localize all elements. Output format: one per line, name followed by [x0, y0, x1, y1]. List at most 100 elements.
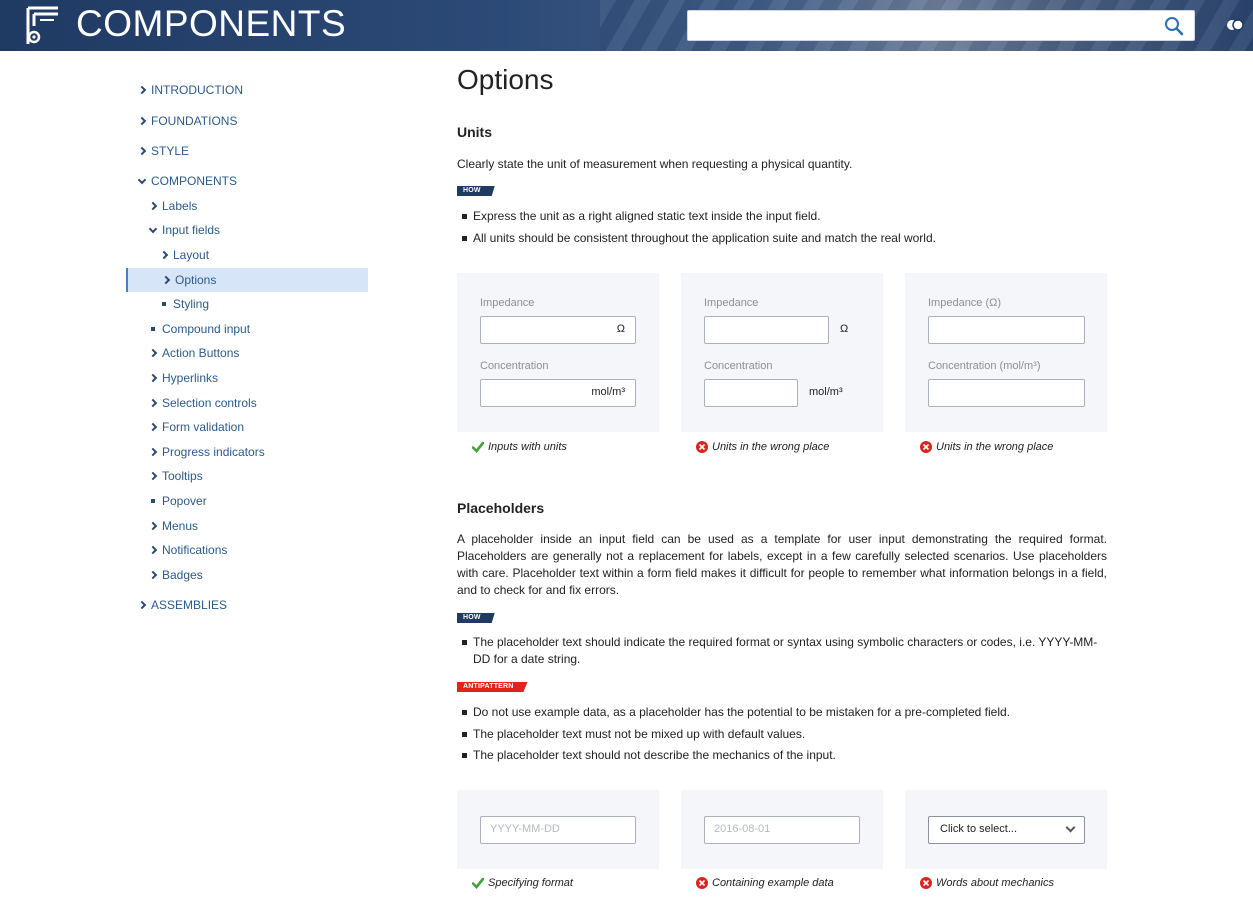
bullet-square-icon [148, 491, 158, 511]
sidebar-item-options[interactable]: Options [126, 268, 368, 292]
search-icon[interactable] [1164, 16, 1184, 36]
app-header: COMPONENTS [0, 0, 1253, 51]
chevron-down-icon [1065, 822, 1076, 833]
page-title: Options [457, 64, 554, 95]
sidebar-item-selection-controls[interactable]: Selection controls [148, 393, 348, 413]
unit-text: Ω [616, 323, 625, 335]
sidebar-item-layout[interactable]: Layout [159, 245, 359, 265]
chevron-down-icon [137, 171, 147, 191]
how-tag: HOW [457, 613, 495, 623]
sidebar-item-label: Input fields [162, 223, 221, 237]
sidebar-item-labels[interactable]: Labels [148, 196, 348, 216]
sidebar-item-popover[interactable]: Popover [148, 491, 348, 511]
impedance-input[interactable]: Ω [480, 316, 636, 344]
concentration-input[interactable]: mol/m³ [480, 379, 636, 407]
checkmark-icon [472, 441, 484, 453]
toggle-icon[interactable] [1226, 19, 1244, 31]
example-panel: Impedance Ω Concentration mol/m³ [457, 273, 659, 432]
section-heading-placeholders: Placeholders [457, 500, 545, 516]
sidebar-item-label: FOUNDATIONS [151, 114, 238, 128]
chevron-right-icon [148, 466, 158, 486]
impedance-input[interactable] [704, 316, 829, 344]
date-input[interactable]: YYYY-MM-DD [480, 816, 636, 844]
bullet-square-icon [159, 294, 169, 314]
sidebar-item-label: Badges [162, 568, 203, 582]
sidebar-item-components[interactable]: COMPONENTS [137, 171, 337, 191]
sidebar-item-label: Options [175, 273, 217, 287]
chevron-right-icon [148, 343, 158, 363]
sidebar-item-label: STYLE [151, 144, 190, 158]
chevron-down-icon [148, 220, 158, 240]
how-tag: HOW [457, 186, 495, 196]
sidebar-item-compound-input[interactable]: Compound input [148, 319, 348, 339]
sidebar-item-label: Progress indicators [162, 445, 265, 459]
chevron-right-icon [148, 368, 158, 388]
sidebar-item-styling[interactable]: Styling [159, 294, 359, 314]
example-panel: 2016-08-01 [681, 790, 883, 869]
sidebar-item-label: Compound input [162, 322, 251, 336]
field-label: Impedance (Ω) [928, 297, 1002, 309]
select-value: Click to select... [940, 823, 1018, 835]
placeholder-text: 2016-08-01 [714, 823, 771, 835]
placeholders-intro: A placeholder inside an input field can … [457, 532, 1107, 597]
concentration-input[interactable] [928, 379, 1085, 407]
sidebar-item-label: Action Buttons [162, 346, 240, 360]
date-input[interactable]: 2016-08-01 [704, 816, 860, 844]
sidebar-item-style[interactable]: STYLE [137, 141, 337, 161]
chevron-right-icon [148, 540, 158, 560]
sidebar-item-notifications[interactable]: Notifications [148, 540, 348, 560]
chevron-right-icon [148, 417, 158, 437]
select-dropdown[interactable]: Click to select... [928, 816, 1085, 844]
bullet-square-icon [148, 319, 158, 339]
error-icon [920, 877, 932, 889]
placeholder-text: YYYY-MM-DD [490, 823, 560, 835]
chevron-right-icon [137, 111, 147, 131]
unit-text: mol/m³ [809, 386, 843, 398]
list-item: The placeholder text should indicate the… [462, 634, 1107, 668]
sidebar-item-label: Notifications [162, 543, 228, 557]
sidebar-item-label: ASSEMBLIES [151, 598, 228, 612]
sidebar-item-label: Layout [173, 248, 210, 262]
list-item: Express the unit as a right aligned stat… [462, 208, 1107, 225]
example-panel: Impedance Ω Concentration mol/m³ [681, 273, 883, 432]
sidebar-item-tooltips[interactable]: Tooltips [148, 466, 348, 486]
units-intro: Clearly state the unit of measurement wh… [457, 157, 853, 171]
search-input[interactable] [687, 10, 1195, 41]
field-label: Impedance [704, 297, 759, 309]
section-heading-units: Units [457, 124, 492, 140]
sidebar-item-foundations[interactable]: FOUNDATIONS [137, 111, 337, 131]
field-label: Impedance [480, 297, 535, 309]
sidebar-item-introduction[interactable]: INTRODUCTION [137, 80, 337, 100]
checkmark-icon [472, 877, 484, 889]
concentration-input[interactable] [704, 379, 798, 407]
app-title: COMPONENTS [76, 3, 347, 44]
example-panel: Impedance (Ω) Concentration (mol/m³) [905, 273, 1107, 432]
impedance-input[interactable] [928, 316, 1085, 344]
sidebar-item-assemblies[interactable]: ASSEMBLIES [137, 595, 337, 615]
sidebar-item-label: Labels [162, 199, 198, 213]
sidebar-item-label: COMPONENTS [151, 174, 238, 188]
error-icon [696, 441, 708, 453]
sidebar-item-progress-indicators[interactable]: Progress indicators [148, 442, 348, 462]
chevron-right-icon [159, 245, 169, 265]
sidebar-item-label: Hyperlinks [162, 371, 219, 385]
example-panel: YYYY-MM-DD [457, 790, 659, 869]
list-item: The placeholder text should not describe… [462, 747, 1107, 764]
sidebar-item-form-validation[interactable]: Form validation [148, 417, 348, 437]
sidebar-item-label: INTRODUCTION [151, 83, 243, 97]
chevron-right-icon [148, 442, 158, 462]
sidebar-item-badges[interactable]: Badges [148, 565, 348, 585]
list-item: The placeholder text must not be mixed u… [462, 726, 1107, 743]
list-item: All units should be consistent throughou… [462, 230, 1107, 247]
sidebar-item-input-fields[interactable]: Input fields [148, 220, 348, 240]
sidebar-item-label: Popover [162, 494, 207, 508]
unit-text: Ω [840, 323, 849, 335]
chevron-right-icon [137, 595, 147, 615]
sidebar-item-menus[interactable]: Menus [148, 516, 348, 536]
sidebar-item-action-buttons[interactable]: Action Buttons [148, 343, 348, 363]
list-item: Do not use example data, as a placeholde… [462, 704, 1107, 721]
sidebar-item-hyperlinks[interactable]: Hyperlinks [148, 368, 348, 388]
sidebar-item-label: Menus [162, 519, 199, 533]
example-panel: Click to select... [905, 790, 1107, 869]
toolbox-logo-icon[interactable] [22, 4, 62, 48]
